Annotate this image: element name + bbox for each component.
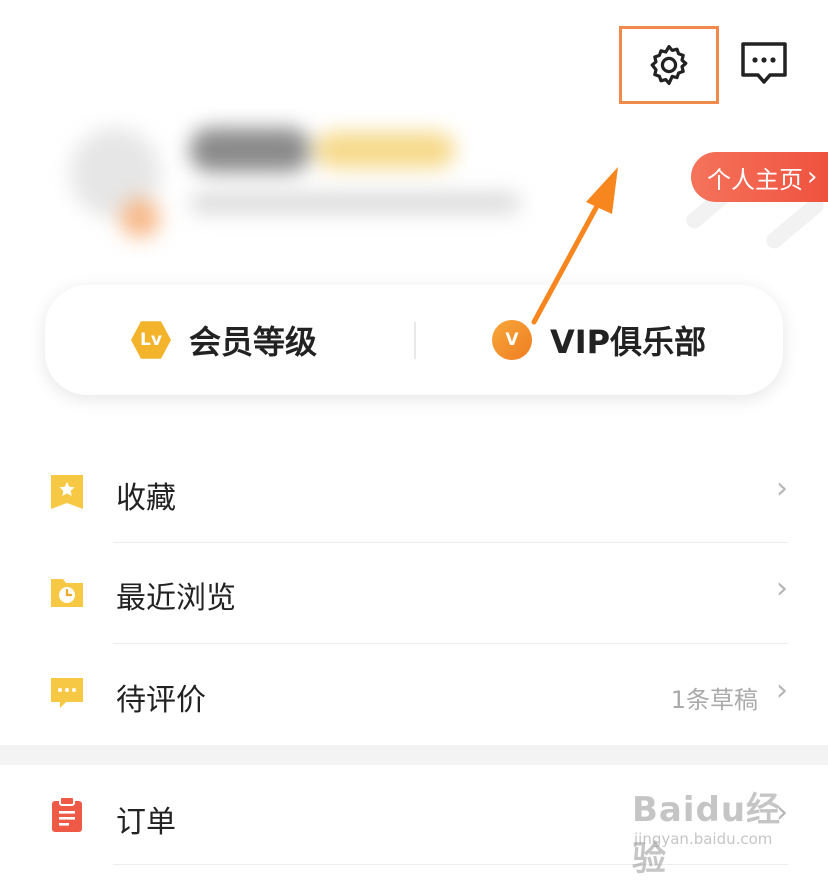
- member-card: Lv 会员等级 V VIP俱乐部: [45, 285, 783, 395]
- bookmark-star-icon: [51, 475, 83, 509]
- pending-review-label: 待评价: [116, 683, 206, 718]
- stats-line: [190, 193, 520, 213]
- chevron-right-icon: ›: [807, 162, 818, 192]
- list-item-favorites[interactable]: 收藏 ›: [0, 443, 828, 543]
- username: [190, 128, 310, 172]
- member-level-label: 会员等级: [189, 323, 318, 361]
- member-level-button[interactable]: Lv 会员等级: [131, 285, 317, 395]
- chevron-right-icon: ›: [776, 673, 788, 708]
- list-item-recent[interactable]: 最近浏览 ›: [0, 543, 828, 643]
- chevron-right-icon: ›: [776, 571, 788, 606]
- vip-badge-icon: V: [492, 320, 532, 360]
- vip-club-label: VIP俱乐部: [550, 323, 707, 361]
- comment-dots-icon: [51, 678, 83, 708]
- message-dots-icon: [741, 42, 787, 84]
- favorites-label: 收藏: [116, 481, 176, 516]
- homepage-label: 个人主页: [707, 165, 803, 194]
- badge-dot: [120, 198, 160, 238]
- orders-label: 订单: [116, 805, 176, 840]
- card-divider: [414, 322, 416, 359]
- recent-label: 最近浏览: [116, 581, 236, 616]
- messages-button[interactable]: [736, 38, 792, 90]
- settings-button[interactable]: [619, 26, 719, 104]
- personal-homepage-button[interactable]: 个人主页 ›: [691, 152, 828, 202]
- decor-stripe: [763, 194, 827, 252]
- draft-count: 1条草稿: [670, 686, 758, 714]
- baidu-jingyan-watermark: Baidu经验 jingyan.baidu.com: [632, 782, 792, 879]
- watermark-sub: jingyan.baidu.com: [634, 830, 773, 848]
- vip-club-button[interactable]: V VIP俱乐部: [492, 285, 706, 395]
- chevron-right-icon: ›: [776, 471, 788, 506]
- level-tag: [315, 132, 455, 168]
- gear-icon: [650, 45, 688, 85]
- section-gap: [0, 745, 828, 765]
- level-badge-icon: Lv: [131, 321, 171, 359]
- profile-info-blurred: [40, 108, 540, 248]
- order-clipboard-icon: [52, 796, 82, 832]
- top-bar: [0, 0, 828, 110]
- folder-clock-icon: [51, 579, 83, 607]
- list-item-pending-review[interactable]: 待评价 1条草稿 ›: [0, 643, 828, 743]
